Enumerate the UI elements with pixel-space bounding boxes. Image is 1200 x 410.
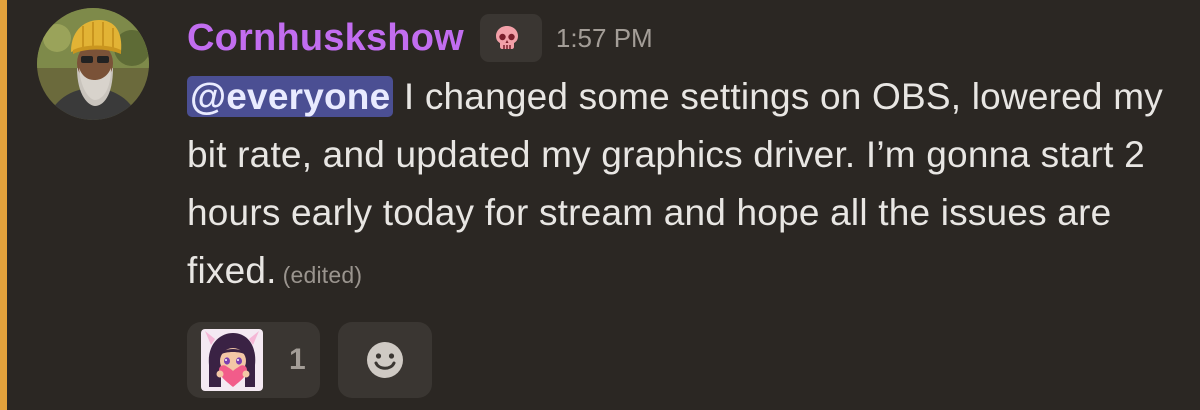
avatar[interactable] xyxy=(37,8,149,120)
edited-label: (edited) xyxy=(282,262,363,288)
mention-highlight-bar xyxy=(0,0,7,410)
skull-icon xyxy=(495,26,518,49)
message-content: @everyone I changed some settings on OBS… xyxy=(187,68,1187,304)
anime-girl-heart-emoji xyxy=(201,329,263,391)
username[interactable]: Cornhuskshow xyxy=(187,17,464,60)
chat-message: Cornhuskshow 1:57 PM @everyone I changed… xyxy=(7,0,1200,410)
reaction-pill[interactable]: 1 xyxy=(187,322,320,398)
reaction-bar: 1 xyxy=(187,322,432,398)
everyone-mention[interactable]: @everyone xyxy=(187,76,394,117)
avatar-photo xyxy=(37,8,149,120)
timestamp[interactable]: 1:57 PM xyxy=(556,23,653,54)
add-reaction-button[interactable] xyxy=(337,322,432,398)
message-header: Cornhuskshow 1:57 PM xyxy=(187,12,653,64)
role-tag[interactable] xyxy=(479,14,542,62)
smiley-add-reaction-icon xyxy=(366,342,403,378)
reaction-count: 1 xyxy=(289,343,306,376)
